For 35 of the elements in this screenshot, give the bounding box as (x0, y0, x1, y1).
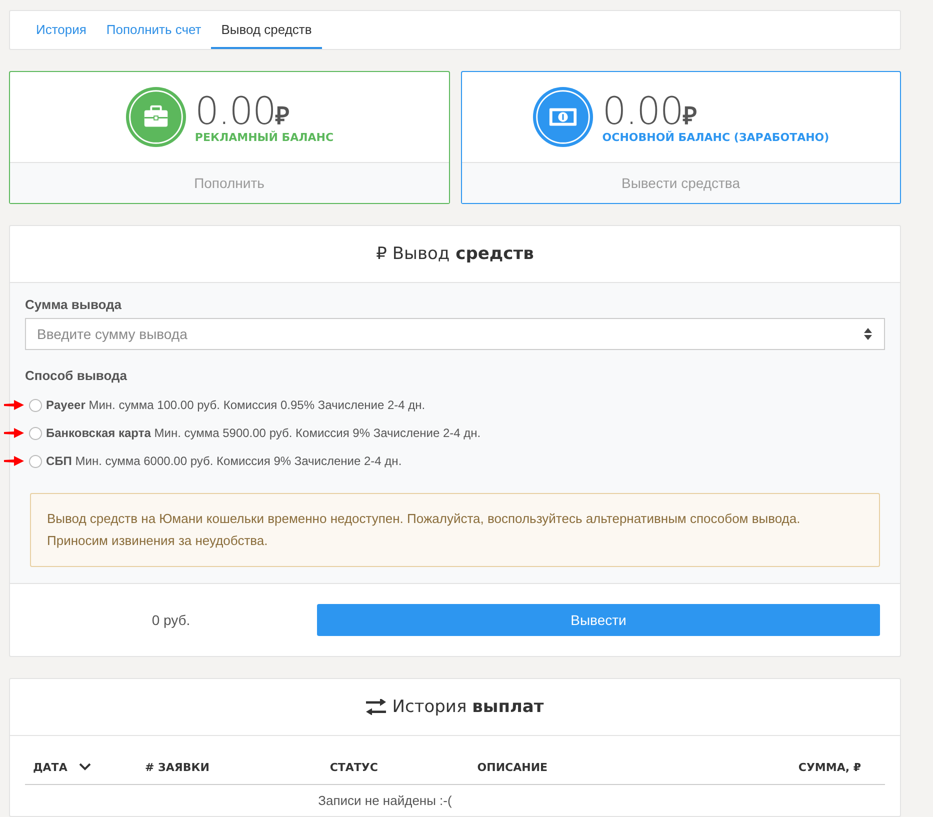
total-amount: 0 руб. (150, 612, 192, 628)
tab[interactable]: История (26, 11, 96, 49)
banknote-icon (532, 86, 594, 148)
column-header: СТАТУС (330, 760, 378, 774)
transfer-icon (366, 699, 386, 715)
chevron-down-icon[interactable] (79, 763, 92, 772)
notice-message: Вывод средств на Юмани кошельки временно недоступен. Пожалуйста, воспользуйтесь альтернативным способом вывода. Приносим извинения за неудобства. (30, 493, 880, 567)
balance-action-link[interactable]: Вывести средства (462, 163, 900, 203)
amount-field[interactable]: Введите сумму вывода (25, 318, 885, 350)
column-header: ОПИСАНИЕ (477, 760, 548, 774)
column-header: # ЗАЯВКИ (145, 760, 210, 774)
method-label: СБП Мин. сумма 6000.00 руб. Комиссия 9% Зачисление 2-4 дн. (46, 454, 402, 468)
radio-button[interactable] (29, 398, 42, 412)
radio-button[interactable] (29, 454, 42, 468)
tab[interactable]: Вывод средств (211, 11, 322, 49)
balance-label: РЕКЛАМНЫЙ БАЛАНС (194, 130, 334, 144)
method-label: Payeer Мин. сумма 100.00 руб. Комиссия 0.95% Зачисление 2-4 дн. (46, 398, 426, 412)
balance-label: ОСНОВНОЙ БАЛАНС (ЗАРАБОТАНО) (602, 130, 830, 144)
column-header: СУММА, ₽ (798, 760, 861, 774)
balance-amount: 0.00 (194, 90, 276, 130)
empty-message: Записи не найдены :-( (318, 793, 452, 808)
panel-title: История выплат (392, 697, 544, 717)
method-label: Банковская карта Мин. сумма 5900.00 руб. Комиссия 9% Зачисление 2-4 дн. (46, 426, 481, 440)
currency-sign: ₽ (276, 102, 290, 130)
spinner-icon[interactable] (864, 328, 872, 340)
tab[interactable]: Пополнить счет (96, 11, 212, 49)
briefcase-icon (124, 86, 187, 148)
balance-amount: 0.00 (602, 90, 683, 130)
withdraw-button[interactable]: Вывести (317, 604, 880, 636)
column-header[interactable]: ДАТА (33, 760, 68, 774)
field-label: Способ вывода (25, 368, 128, 383)
field-label: Сумма вывода (25, 297, 123, 312)
radio-button[interactable] (29, 426, 42, 440)
currency-sign: ₽ (682, 102, 697, 130)
balance-action-link[interactable]: Пополнить (10, 163, 448, 203)
